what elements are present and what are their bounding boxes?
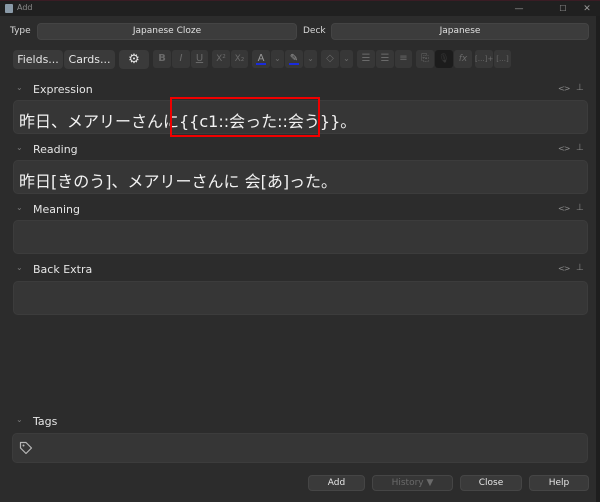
gear-icon[interactable]: ⚙ xyxy=(119,50,149,69)
fields-button[interactable]: Fields... xyxy=(13,50,63,69)
field-label: Expression xyxy=(33,83,93,96)
tags-label: Tags xyxy=(33,415,58,428)
paperclip-icon: ⎘ xyxy=(421,53,429,64)
bold-button[interactable]: B xyxy=(153,50,171,68)
collapse-chevron-icon[interactable]: ⌄ xyxy=(16,203,23,212)
expression-editor[interactable]: 昨日、メアリーさんに{{c1::会った::会う}}。 xyxy=(13,100,588,134)
field-label: Meaning xyxy=(33,203,80,216)
italic-button[interactable]: I xyxy=(172,50,190,68)
underline-icon: U xyxy=(195,53,204,64)
italic-icon: I xyxy=(179,53,183,64)
reading-editor[interactable]: 昨日[きのう]、メアリーさんに 会[あ]った。 xyxy=(13,160,588,194)
cloze-same-button[interactable]: […] xyxy=(494,50,511,68)
help-button[interactable]: Help xyxy=(529,475,589,491)
highlight-color-swatch xyxy=(289,63,299,65)
close-button[interactable]: Close xyxy=(460,475,522,491)
underline-button[interactable]: U xyxy=(191,50,208,68)
mathjax-button[interactable]: fx xyxy=(454,50,472,68)
ordered-list-icon: ☰ xyxy=(380,53,390,64)
field-label: Reading xyxy=(33,143,78,156)
align-icon: ≡ xyxy=(399,53,408,64)
collapse-chevron-icon[interactable]: ⌄ xyxy=(16,83,23,92)
window-edge xyxy=(596,16,600,502)
pin-icon[interactable]: ⊥ xyxy=(576,203,584,213)
back-extra-editor[interactable] xyxy=(13,281,588,315)
field-header-expression[interactable]: ⌄ Expression <> ⊥ xyxy=(0,81,596,99)
chevron-down-icon: ⌄ xyxy=(274,54,281,63)
function-icon: fx xyxy=(458,54,468,64)
attach-button[interactable]: ⎘ xyxy=(416,50,434,68)
superscript-button[interactable]: X² xyxy=(212,50,230,68)
app-icon xyxy=(5,4,13,13)
collapse-chevron-icon[interactable]: ⌄ xyxy=(16,143,23,152)
tags-header[interactable]: ⌄ Tags xyxy=(0,413,596,431)
highlight-color-button[interactable]: ✎ xyxy=(285,50,303,68)
meaning-editor[interactable] xyxy=(13,220,588,254)
cloze-new-button[interactable]: […]+ xyxy=(475,50,493,68)
title-bar: Add — ☐ ✕ xyxy=(0,0,600,16)
text-color-dropdown[interactable]: ⌄ xyxy=(271,50,284,68)
close-window-icon[interactable]: ✕ xyxy=(575,1,599,17)
field-header-back-extra[interactable]: ⌄ Back Extra <> ⊥ xyxy=(0,261,596,279)
note-type-selector[interactable]: Japanese Cloze xyxy=(37,23,297,40)
microphone-icon: 🎙 xyxy=(438,54,450,64)
eraser-button[interactable]: ◇ xyxy=(321,50,339,68)
field-header-meaning[interactable]: ⌄ Meaning <> ⊥ xyxy=(0,201,596,219)
align-button[interactable]: ≡ xyxy=(395,50,412,68)
tags-input[interactable] xyxy=(12,433,588,463)
maximize-icon[interactable]: ☐ xyxy=(551,1,575,17)
highlight-color-dropdown[interactable]: ⌄ xyxy=(304,50,317,68)
unordered-list-button[interactable]: ☰ xyxy=(357,50,375,68)
html-toggle-icon[interactable]: <> xyxy=(558,84,570,93)
chevron-down-icon: ⌄ xyxy=(343,54,350,63)
cards-button[interactable]: Cards... xyxy=(64,50,115,69)
pin-icon[interactable]: ⊥ xyxy=(576,83,584,93)
history-button[interactable]: History ▼ xyxy=(372,475,453,491)
html-toggle-icon[interactable]: <> xyxy=(558,204,570,213)
text-color-swatch xyxy=(256,63,266,65)
cloze-new-icon: […]+ xyxy=(475,55,494,63)
pin-icon[interactable]: ⊥ xyxy=(576,263,584,273)
chevron-down-icon: ⌄ xyxy=(307,54,314,63)
superscript-icon: X² xyxy=(216,54,226,64)
deck-label: Deck xyxy=(303,26,326,36)
subscript-icon: X₂ xyxy=(234,54,245,64)
deck-selector[interactable]: Japanese xyxy=(331,23,589,40)
add-button[interactable]: Add xyxy=(308,475,365,491)
html-toggle-icon[interactable]: <> xyxy=(558,144,570,153)
text-color-button[interactable]: A xyxy=(252,50,270,68)
window-title: Add xyxy=(17,3,33,12)
collapse-chevron-icon[interactable]: ⌄ xyxy=(16,415,23,424)
subscript-button[interactable]: X₂ xyxy=(231,50,248,68)
cloze-same-icon: […] xyxy=(496,55,509,63)
record-audio-button[interactable]: 🎙 xyxy=(435,50,453,68)
minimize-icon[interactable]: — xyxy=(507,1,531,17)
tag-icon xyxy=(19,441,33,455)
type-label: Type xyxy=(10,26,31,36)
collapse-chevron-icon[interactable]: ⌄ xyxy=(16,263,23,272)
eraser-dropdown[interactable]: ⌄ xyxy=(340,50,353,68)
field-header-reading[interactable]: ⌄ Reading <> ⊥ xyxy=(0,141,596,159)
unordered-list-icon: ☰ xyxy=(361,53,371,64)
bold-icon: B xyxy=(158,53,166,64)
ordered-list-button[interactable]: ☰ xyxy=(376,50,394,68)
html-toggle-icon[interactable]: <> xyxy=(558,264,570,273)
eraser-icon: ◇ xyxy=(326,53,334,64)
field-label: Back Extra xyxy=(33,263,93,276)
pin-icon[interactable]: ⊥ xyxy=(576,143,584,153)
